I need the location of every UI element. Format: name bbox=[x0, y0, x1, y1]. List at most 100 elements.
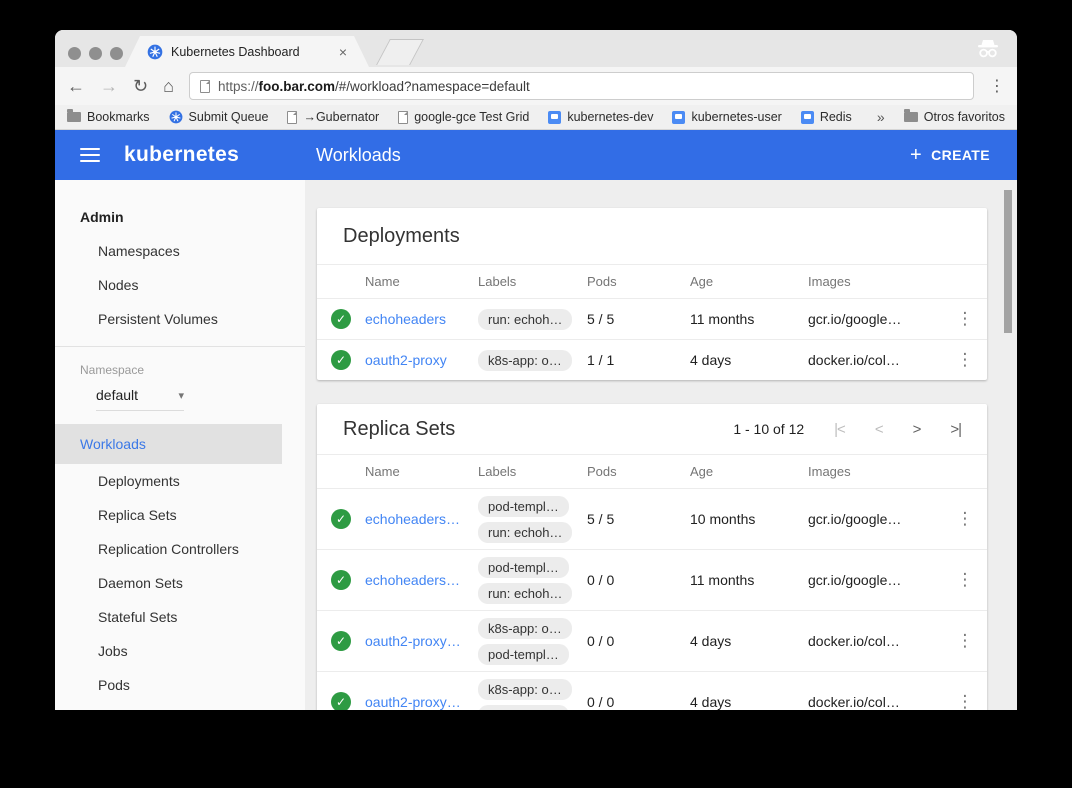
browser-menu-icon[interactable]: ⋮ bbox=[989, 76, 1005, 96]
sidebar-item-nodes[interactable]: Nodes bbox=[55, 268, 305, 302]
resource-link[interactable]: oauth2-proxy bbox=[365, 352, 478, 368]
pods-cell: 5 / 5 bbox=[587, 511, 690, 527]
row-menu-icon[interactable]: ⋮ bbox=[943, 631, 987, 651]
status-ok-icon: ✓ bbox=[331, 309, 351, 329]
col-age: Age bbox=[690, 464, 808, 479]
forward-icon[interactable]: → bbox=[100, 77, 118, 95]
chevron-down-icon: ▾ bbox=[178, 389, 184, 402]
home-icon[interactable]: ⌂ bbox=[163, 77, 174, 95]
col-labels: Labels bbox=[478, 274, 587, 289]
tab-strip: Kubernetes Dashboard × bbox=[55, 30, 1017, 67]
new-tab-button[interactable] bbox=[376, 39, 424, 65]
pagination: 1 - 10 of 12 |< < > >| bbox=[733, 421, 961, 438]
address-bar[interactable]: https://foo.bar.com/#/workload?namespace… bbox=[189, 72, 974, 100]
bookmark-folder-otros-favoritos[interactable]: Otros favoritos bbox=[904, 110, 1005, 124]
minimize-window-button[interactable] bbox=[89, 47, 102, 60]
replica-sets-card: Replica Sets 1 - 10 of 12 |< < > >| Name… bbox=[317, 404, 987, 710]
close-window-button[interactable] bbox=[68, 47, 81, 60]
bookmarks-overflow-icon[interactable]: » bbox=[877, 109, 885, 125]
main-content: Deployments Name Labels Pods Age Images … bbox=[305, 180, 1017, 710]
bookmark-redis[interactable]: Redis bbox=[801, 110, 852, 124]
pagination-last-icon[interactable]: >| bbox=[950, 421, 961, 438]
table-header: Name Labels Pods Age Images bbox=[317, 454, 987, 488]
images-cell: gcr.io/google… bbox=[808, 572, 943, 588]
sidebar-item-daemon-sets[interactable]: Daemon Sets bbox=[55, 566, 305, 600]
bookmark-label: Otros favoritos bbox=[924, 110, 1005, 124]
folder-icon bbox=[904, 112, 918, 122]
bookmark-gubernator[interactable]: →Gubernator bbox=[287, 110, 379, 124]
create-button[interactable]: + CREATE bbox=[910, 144, 990, 167]
pagination-next-icon[interactable]: > bbox=[913, 421, 921, 438]
sidebar-item-admin[interactable]: Admin bbox=[55, 200, 305, 234]
age-cell: 11 months bbox=[690, 572, 808, 588]
doc-icon bbox=[398, 111, 408, 124]
row-menu-icon[interactable]: ⋮ bbox=[943, 309, 987, 329]
app-brand: kubernetes bbox=[124, 143, 239, 167]
table-header: Name Labels Pods Age Images bbox=[317, 264, 987, 298]
namespace-label: Namespace bbox=[55, 347, 305, 379]
sidebar-item-pods[interactable]: Pods bbox=[55, 668, 305, 702]
label-chip: pod-templ… bbox=[478, 644, 569, 665]
resource-link[interactable]: echoheaders bbox=[365, 311, 478, 327]
bookmark-submit-queue[interactable]: Submit Queue bbox=[169, 110, 269, 124]
pagination-range: 1 - 10 of 12 bbox=[733, 421, 804, 437]
sidebar-item-replica-sets[interactable]: Replica Sets bbox=[55, 498, 305, 532]
row-menu-icon[interactable]: ⋮ bbox=[943, 692, 987, 710]
bookmark-label: →Gubernator bbox=[303, 110, 379, 124]
bookmark-kubernetes-user[interactable]: kubernetes-user bbox=[672, 110, 781, 124]
create-button-label: CREATE bbox=[931, 147, 990, 163]
sidebar-item-persistent-volumes[interactable]: Persistent Volumes bbox=[55, 302, 305, 336]
status-ok-icon: ✓ bbox=[331, 350, 351, 370]
zoom-window-button[interactable] bbox=[110, 47, 123, 60]
window-controls bbox=[68, 47, 123, 60]
sidebar-item-stateful-sets[interactable]: Stateful Sets bbox=[55, 600, 305, 634]
bookmark-folder-bookmarks[interactable]: Bookmarks bbox=[67, 110, 150, 124]
browser-tab[interactable]: Kubernetes Dashboard × bbox=[125, 36, 369, 67]
back-icon[interactable]: ← bbox=[67, 77, 85, 95]
pods-cell: 0 / 0 bbox=[587, 572, 690, 588]
pods-cell: 1 / 1 bbox=[587, 352, 690, 368]
table-row: ✓ echoheaders… pod-templ… run: echoh… 5 … bbox=[317, 488, 987, 549]
group-icon bbox=[801, 111, 814, 124]
page-title: Workloads bbox=[316, 145, 401, 166]
row-menu-icon[interactable]: ⋮ bbox=[943, 509, 987, 529]
resource-link[interactable]: oauth2-proxy… bbox=[365, 694, 478, 710]
resource-link[interactable]: echoheaders… bbox=[365, 511, 478, 527]
label-chip: run: echoh… bbox=[478, 522, 572, 543]
resource-link[interactable]: echoheaders… bbox=[365, 572, 478, 588]
bookmark-label: Bookmarks bbox=[87, 110, 150, 124]
url-path: /#/workload?namespace=default bbox=[335, 79, 530, 94]
row-menu-icon[interactable]: ⋮ bbox=[943, 570, 987, 590]
table-row: ✓ oauth2-proxy k8s-app: o… 1 / 1 4 days … bbox=[317, 339, 987, 380]
hamburger-menu-icon[interactable] bbox=[80, 148, 100, 162]
pods-cell: 0 / 0 bbox=[587, 694, 690, 710]
bookmark-kubernetes-dev[interactable]: kubernetes-dev bbox=[548, 110, 653, 124]
bookmark-label: Redis bbox=[820, 110, 852, 124]
plus-icon: + bbox=[910, 144, 922, 167]
group-icon bbox=[672, 111, 685, 124]
close-tab-icon[interactable]: × bbox=[339, 44, 347, 60]
namespace-select[interactable]: default ▾ bbox=[96, 379, 184, 411]
sidebar-item-replication-controllers[interactable]: Replication Controllers bbox=[55, 532, 305, 566]
sidebar-item-namespaces[interactable]: Namespaces bbox=[55, 234, 305, 268]
scrollbar-thumb[interactable] bbox=[1004, 190, 1012, 333]
doc-icon bbox=[287, 111, 297, 124]
resource-link[interactable]: oauth2-proxy… bbox=[365, 633, 478, 649]
col-pods: Pods bbox=[587, 464, 690, 479]
bookmark-google-gce-test-grid[interactable]: google-gce Test Grid bbox=[398, 110, 529, 124]
col-name: Name bbox=[365, 274, 478, 289]
label-chip: pod-templ… bbox=[478, 557, 569, 578]
sidebar-item-jobs[interactable]: Jobs bbox=[55, 634, 305, 668]
refresh-icon[interactable]: ↻ bbox=[133, 77, 148, 95]
bookmark-label: kubernetes-dev bbox=[567, 110, 653, 124]
browser-toolbar: ← → ↻ ⌂ https://foo.bar.com/#/workload?n… bbox=[55, 67, 1017, 105]
pagination-first-icon[interactable]: |< bbox=[834, 421, 845, 438]
age-cell: 4 days bbox=[690, 352, 808, 368]
pagination-prev-icon[interactable]: < bbox=[875, 421, 883, 438]
age-cell: 11 months bbox=[690, 311, 808, 327]
sidebar-item-deployments[interactable]: Deployments bbox=[55, 464, 305, 498]
sidebar-item-workloads[interactable]: Workloads bbox=[55, 424, 282, 464]
pods-cell: 0 / 0 bbox=[587, 633, 690, 649]
row-menu-icon[interactable]: ⋮ bbox=[943, 350, 987, 370]
status-ok-icon: ✓ bbox=[331, 570, 351, 590]
